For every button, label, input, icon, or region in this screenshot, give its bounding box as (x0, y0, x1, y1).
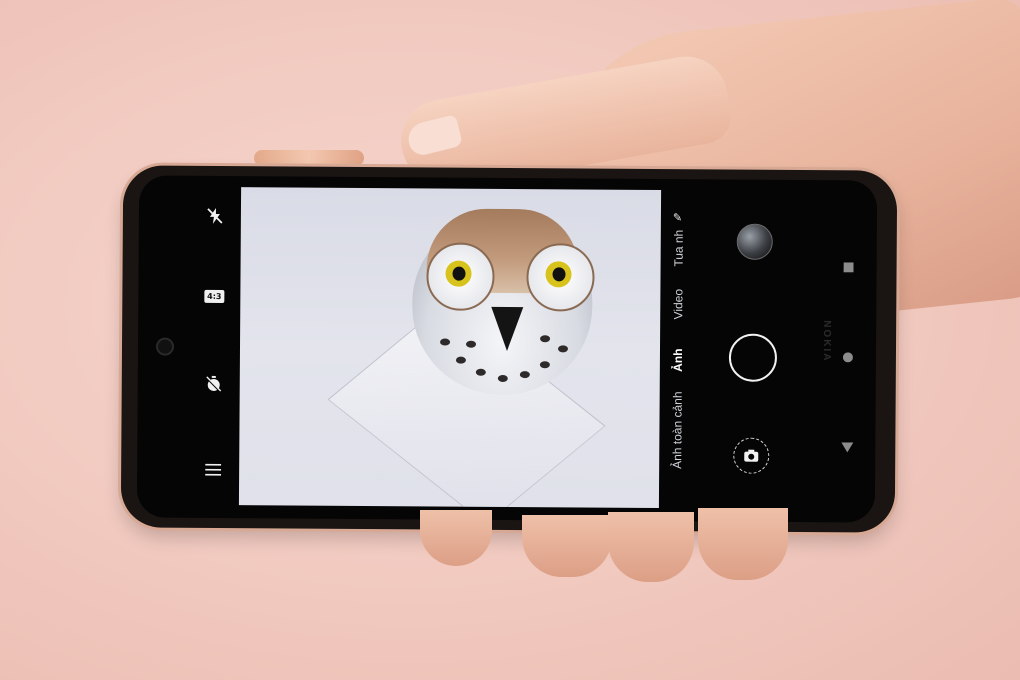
owl-feather-spot (540, 335, 551, 343)
owl-feather-spot (497, 374, 508, 382)
shutter-button[interactable] (728, 333, 778, 382)
brand-logo: NOKIA (820, 320, 833, 363)
switch-camera-icon[interactable] (733, 437, 770, 474)
home-button[interactable] (841, 350, 855, 364)
smartphone: 4:3 Ảnh toàn cảnh Ảnh Video Tua nh ✎ NOK… (120, 165, 898, 533)
owl-feather-spot (519, 371, 530, 379)
owl-feather-spot (557, 345, 569, 353)
owl-beak (490, 306, 524, 352)
owl-eye-right (545, 261, 572, 288)
owl-feather-spot (539, 361, 550, 369)
owl-eye-left (445, 260, 472, 287)
finger (698, 508, 788, 580)
back-button[interactable] (840, 440, 854, 454)
phone-frame-edge (254, 150, 364, 166)
finger (608, 512, 694, 582)
owl-feather-spot (455, 356, 466, 364)
finger (420, 510, 492, 566)
mode-settings-icon[interactable]: ✎ (673, 211, 682, 224)
photo-scene: 4:3 Ảnh toàn cảnh Ảnh Video Tua nh ✎ NOK… (0, 0, 1020, 680)
gallery-thumbnail[interactable] (736, 223, 773, 260)
owl-feather-spot (466, 340, 477, 348)
camera-mode-selector: Ảnh toàn cảnh Ảnh Video Tua nh ✎ (665, 193, 691, 513)
front-camera (155, 337, 175, 356)
flash-off-icon[interactable] (203, 204, 227, 228)
camera-viewfinder[interactable] (238, 187, 662, 509)
menu-icon[interactable] (201, 458, 225, 482)
timer-off-icon[interactable] (202, 372, 226, 396)
finger (522, 515, 612, 577)
aspect-ratio-label: 4:3 (204, 289, 225, 303)
camera-controls (697, 179, 819, 522)
owl-feather-spot (440, 338, 451, 346)
owl-feather-spot (475, 368, 486, 376)
phone-screen: 4:3 Ảnh toàn cảnh Ảnh Video Tua nh ✎ (136, 175, 878, 523)
recent-apps-button[interactable] (842, 260, 856, 274)
aspect-ratio-button[interactable]: 4:3 (202, 284, 226, 308)
